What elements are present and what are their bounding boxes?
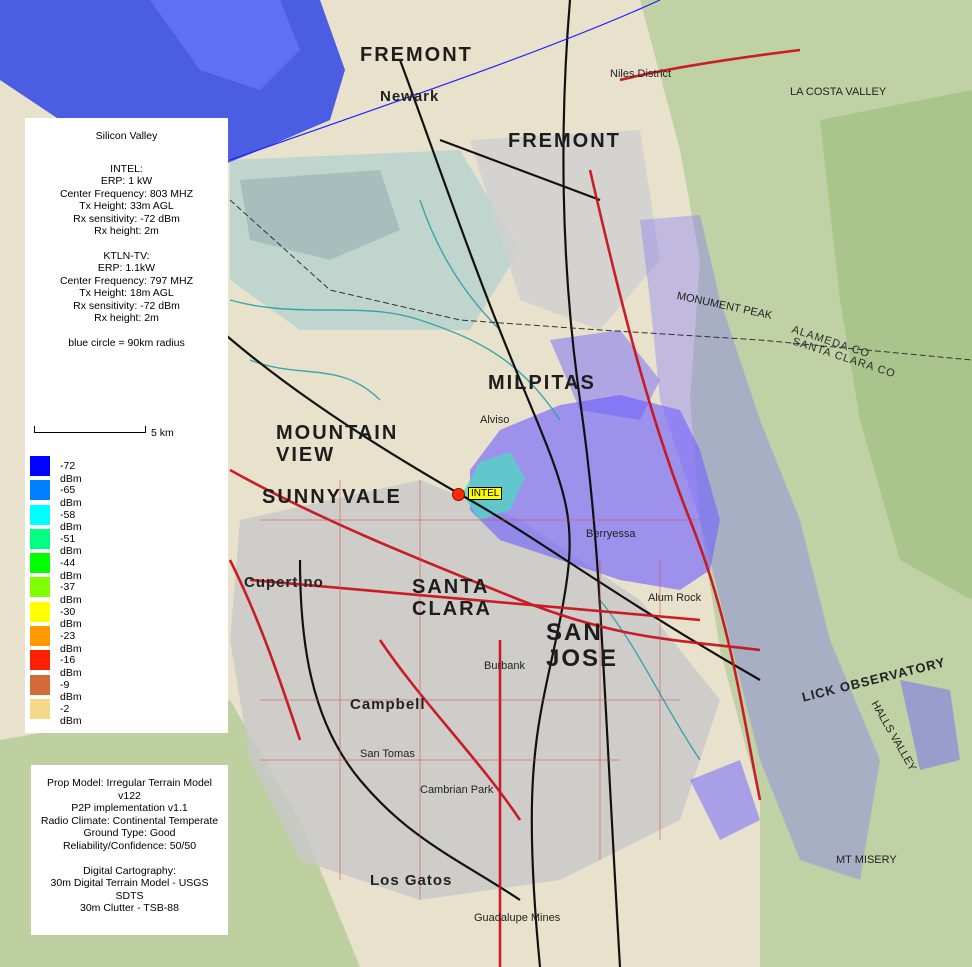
info-panel: Silicon Valley INTEL: ERP: 1 kW Center F…: [25, 118, 228, 733]
tx1-erp: ERP: 1 kW: [100, 175, 153, 187]
footer-line: 30m Digital Terrain Model - USGS: [50, 877, 209, 889]
legend-label: -37 dBm: [60, 581, 82, 606]
place-los-gatos: Los Gatos: [370, 872, 453, 889]
legend-swatch: [30, 528, 50, 549]
place-mountain-view: MOUNTAIN VIEW: [276, 422, 399, 466]
legend-swatch: [30, 650, 50, 671]
place-alviso: Alviso: [480, 414, 510, 426]
footer-line: Radio Climate: Continental Temperate: [40, 814, 219, 827]
place-guadalupe-mines: Guadalupe Mines: [474, 912, 561, 924]
legend-label: -44 dBm: [60, 557, 82, 582]
footer-line: Reliability/Confidence: 50/50: [62, 839, 197, 852]
place-santa-clara: SANTA CLARA: [412, 576, 492, 620]
place-berryessa: Berryessa: [586, 528, 636, 540]
tx2-height: Tx Height: 18m AGL: [79, 287, 174, 299]
tx2-erp: ERP: 1.1kW: [97, 262, 156, 274]
footer-line: v122: [118, 789, 141, 802]
place-san-jose: SAN JOSE: [546, 619, 619, 672]
place-fremont-south: FREMONT: [508, 130, 621, 152]
transmitter-marker-icon[interactable]: [452, 488, 465, 501]
tx1-height: Tx Height: 33m AGL: [79, 200, 174, 212]
legend-label: -58 dBm: [60, 508, 82, 534]
tx2-rx-sensitivity: Rx sensitivity: -72 dBm: [73, 299, 180, 312]
footer-line: Ground Type: Good: [83, 827, 176, 839]
place-cambrian-park: Cambrian Park: [420, 784, 494, 796]
place-newark: Newark: [380, 88, 440, 105]
place-san-tomas: San Tomas: [360, 748, 415, 760]
place-niles: Niles District: [610, 68, 672, 80]
legend-swatch: [30, 456, 50, 476]
place-alum-rock: Alum Rock: [648, 592, 702, 604]
footer-line: P2P implementation v1.1: [71, 802, 188, 814]
footer-line: Digital Cartography:: [83, 864, 176, 877]
legend-swatch: [30, 480, 50, 501]
tx2-name: KTLN-TV:: [103, 249, 150, 262]
legend-swatch: [30, 553, 50, 574]
scale-label: 5 km: [151, 427, 174, 439]
tx1-rx-height: Rx height: 2m: [94, 225, 159, 237]
info-header: Silicon Valley INTEL: ERP: 1 kW Center F…: [25, 118, 228, 349]
footer-line: Prop Model: Irregular Terrain Model: [47, 777, 212, 789]
legend-swatch: [30, 504, 50, 525]
legend-swatch: [30, 626, 50, 647]
place-burbank: Burbank: [484, 660, 525, 672]
transmitter-label[interactable]: INTEL: [468, 487, 503, 500]
legend-label: -51 dBm: [60, 532, 82, 558]
tx1-rx-sensitivity: Rx sensitivity: -72 dBm: [73, 212, 180, 225]
model-info-panel: Prop Model: Irregular Terrain Model v122…: [31, 765, 228, 935]
place-campbell: Campbell: [350, 696, 426, 713]
tx2-rx-height: Rx height: 2m: [94, 312, 159, 324]
footer-line: SDTS: [115, 889, 144, 902]
legend-label: -30 dBm: [60, 605, 82, 631]
panel-title: Silicon Valley: [95, 130, 158, 142]
tx2-frequency: Center Frequency: 797 MHZ: [59, 274, 194, 287]
place-sunnyvale: SUNNYVALE: [262, 486, 402, 508]
legend-label: -16 dBm: [60, 654, 82, 679]
place-la-costa-valley: LA COSTA VALLEY: [790, 86, 887, 98]
legend-swatch: [30, 601, 50, 622]
legend-label: -9 dBm: [60, 678, 82, 704]
legend-swatch: [30, 674, 50, 695]
place-mt-misery: MT MISERY: [836, 854, 897, 866]
legend-label: -72 dBm: [60, 460, 82, 485]
footer-line: 30m Clutter - TSB-88: [79, 902, 179, 914]
circle-note: blue circle = 90km radius: [68, 336, 185, 349]
tx1-frequency: Center Frequency: 803 MHZ: [59, 187, 194, 200]
place-cupertino: Cupertino: [244, 574, 324, 591]
legend-label: -2 dBm: [60, 702, 82, 728]
place-milpitas: MILPITAS: [488, 372, 596, 394]
place-fremont-north: FREMONT: [360, 44, 473, 66]
tx1-name: INTEL:: [110, 162, 143, 175]
footer-spacer: [31, 852, 228, 865]
legend-swatch: [30, 577, 50, 598]
scale-bar: [34, 426, 146, 433]
legend-label: -23 dBm: [60, 630, 82, 655]
legend-swatch: [30, 698, 50, 719]
legend-label: -65 dBm: [60, 484, 82, 509]
